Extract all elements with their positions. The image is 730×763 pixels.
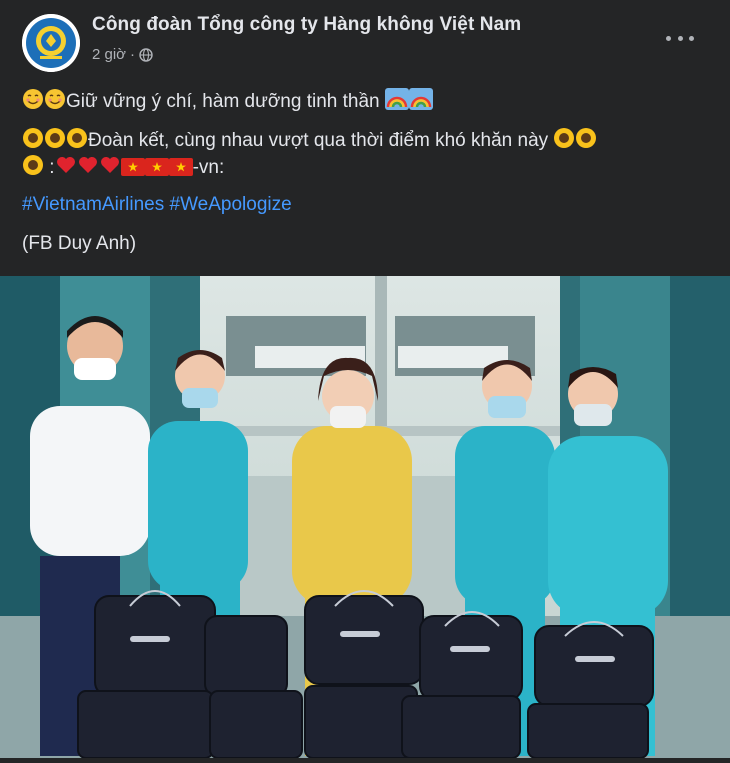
heart-icon [78, 157, 97, 173]
more-options-button[interactable] [666, 28, 694, 48]
post-text-line-2: Đoàn kết, cùng nhau vượt qua thời điểm k… [88, 130, 549, 151]
sunflower-icon [23, 155, 43, 175]
sunflower-icon [23, 128, 43, 148]
post-line-2: Đoàn kết, cùng nhau vượt qua thời điểm k… [22, 127, 597, 153]
page-avatar[interactable] [22, 14, 80, 72]
post-text-line-1: Giữ vững ý chí, hàm dưỡng tinh thần [66, 91, 380, 112]
post-line-3: : -vn: [22, 154, 224, 180]
hashtag-weapologize[interactable]: #WeApologize [170, 194, 292, 215]
sunflower-icon [45, 128, 65, 148]
post-photo[interactable] [0, 276, 730, 759]
post-text-line-3: -vn: [192, 157, 225, 178]
vietnam-flag-icon [120, 158, 145, 176]
smiling-face-icon [23, 89, 43, 109]
photo-credit: (FB Duy Anh) [22, 233, 137, 254]
smiling-face-icon [45, 89, 65, 109]
globe-icon [139, 47, 153, 62]
sunflower-icon [576, 128, 597, 148]
vietnam-flag-icon [168, 158, 193, 176]
hashtags: #VietnamAirlines #WeApologize [22, 193, 292, 217]
heart-icon [100, 157, 119, 173]
hashtag-vietnamairlines[interactable]: #VietnamAirlines [22, 194, 164, 215]
rainbow-icon [408, 88, 433, 110]
sunflower-icon [554, 128, 575, 148]
vietnam-flag-icon [144, 158, 169, 176]
post-header: Công đoàn Tổng công ty Hàng không Việt N… [0, 0, 730, 86]
sunflower-icon [67, 128, 87, 148]
rainbow-icon [384, 88, 409, 110]
heart-icon [56, 157, 75, 173]
post-meta: 2 giờ · [92, 46, 153, 63]
page-name-link[interactable]: Công đoàn Tổng công ty Hàng không Việt N… [92, 14, 521, 36]
post-time[interactable]: 2 giờ [92, 46, 126, 63]
post-line-1: Giữ vững ý chí, hàm dưỡng tinh thần [22, 88, 433, 114]
